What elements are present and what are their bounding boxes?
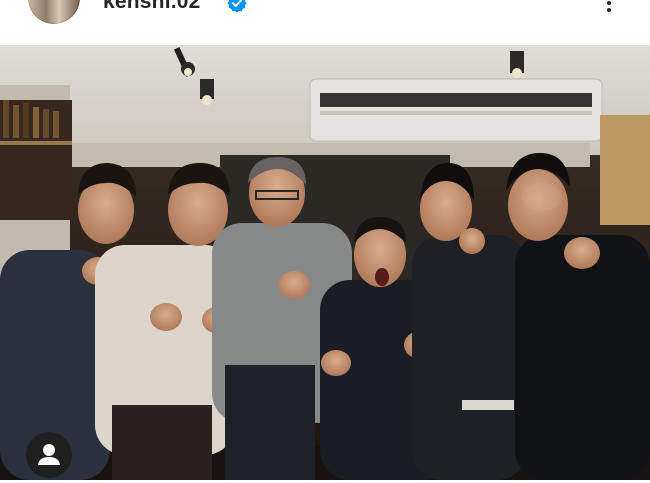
photo-dim [0, 45, 650, 480]
verified-badge-icon [227, 0, 247, 13]
person-silhouette-icon [38, 444, 60, 465]
post-header: kenshi.02 [0, 0, 650, 45]
more-options-icon[interactable] [602, 0, 616, 16]
avatar-ring [28, 0, 80, 24]
username-link[interactable]: kenshi.02 [103, 0, 201, 14]
group-photo [0, 45, 650, 480]
post-image[interactable] [0, 45, 650, 480]
user-tag-icon[interactable] [26, 432, 72, 478]
profile-avatar[interactable] [28, 0, 80, 24]
